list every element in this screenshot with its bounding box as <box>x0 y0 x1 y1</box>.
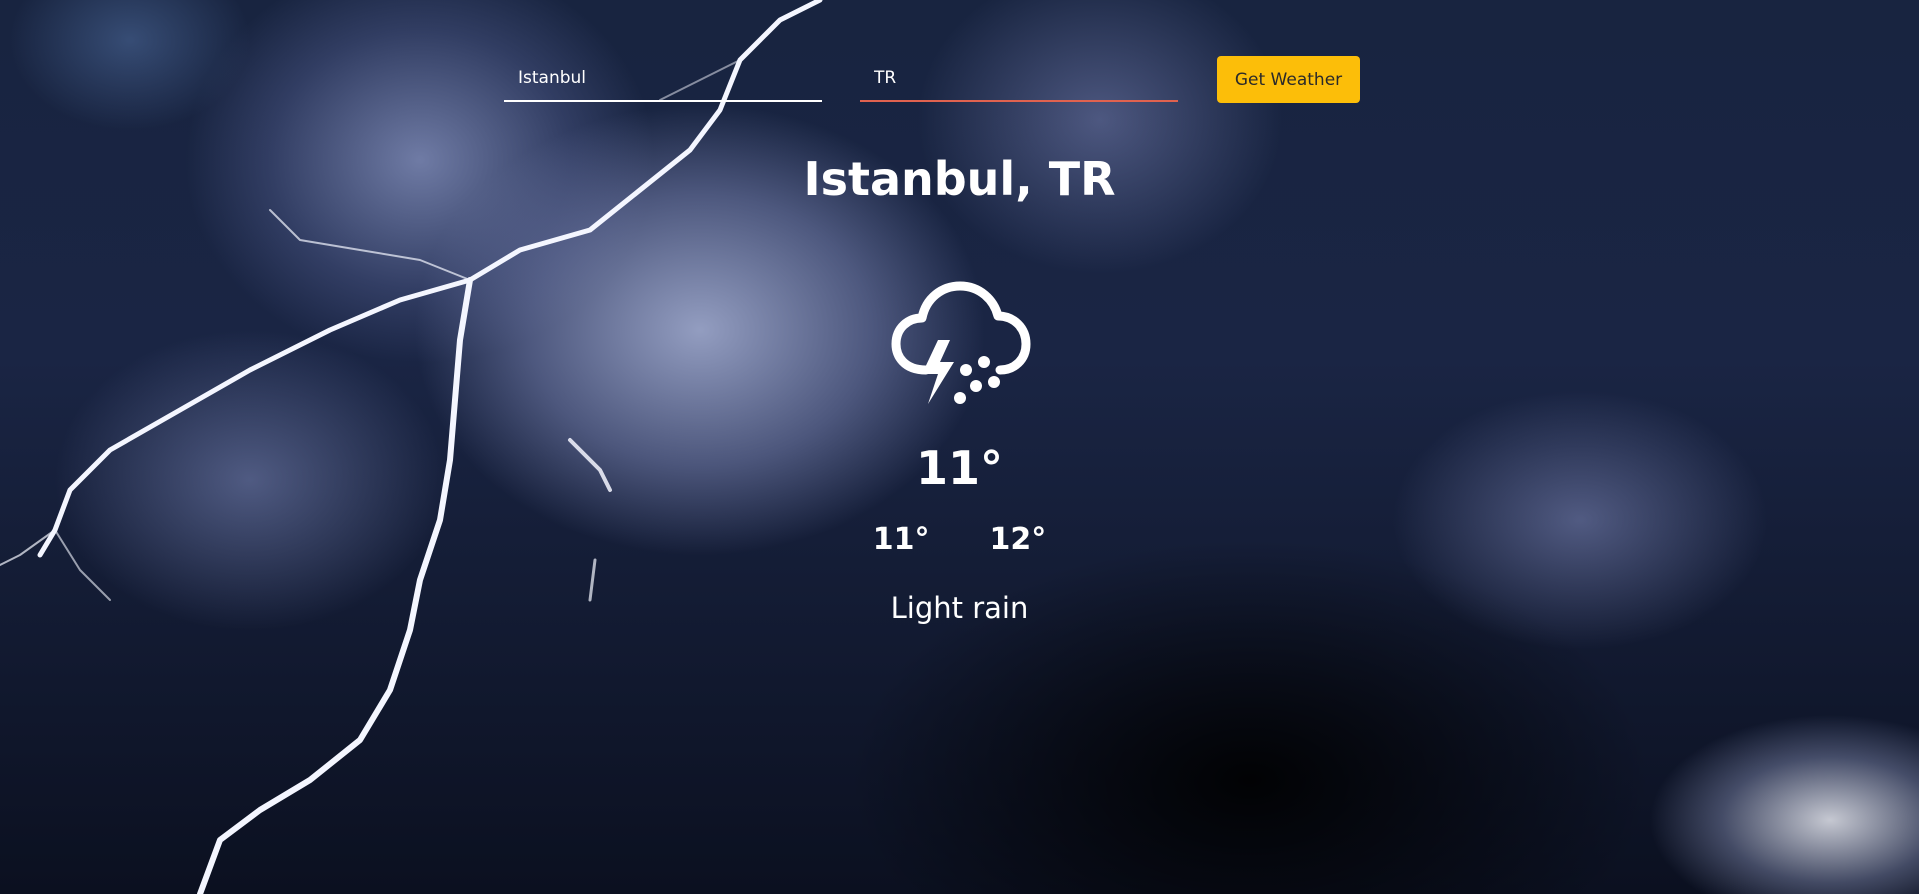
city-input[interactable] <box>504 56 822 102</box>
country-input[interactable] <box>860 56 1178 102</box>
search-form: Get Weather <box>504 56 1360 104</box>
min-temperature: 11° <box>872 522 930 557</box>
location-title: Istanbul, TR <box>803 152 1116 206</box>
current-temperature: 11° <box>915 441 1003 495</box>
weather-description: Light rain <box>890 591 1029 625</box>
max-temperature: 12° <box>989 522 1047 557</box>
thunderstorm-rain-icon <box>888 278 1032 410</box>
get-weather-button[interactable]: Get Weather <box>1217 56 1360 103</box>
min-max-temperature: 11° 12° <box>0 520 1919 560</box>
